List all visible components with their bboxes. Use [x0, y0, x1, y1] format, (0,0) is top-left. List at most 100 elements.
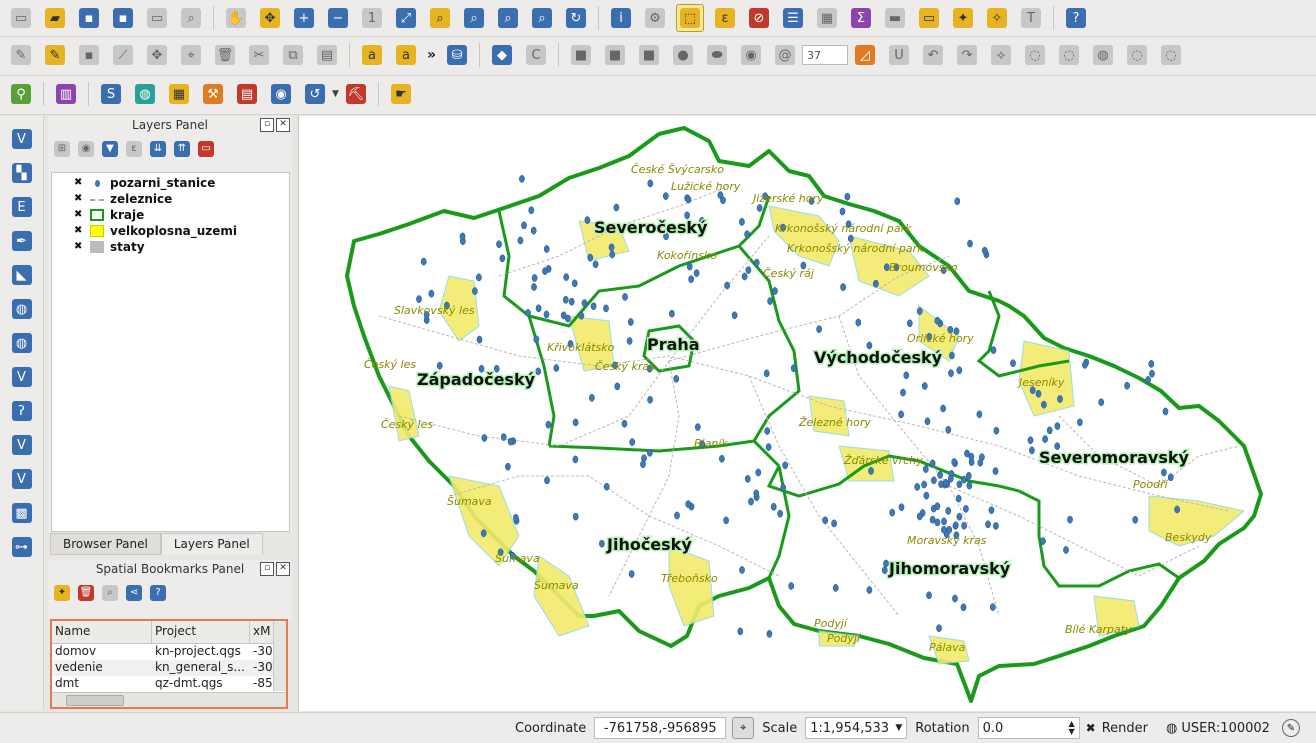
delete-ring-button[interactable]: ◌: [1124, 42, 1150, 68]
scale-combobox[interactable]: 1:1,954,533 ▼: [805, 717, 908, 739]
select-features-button[interactable]: ⬚: [676, 4, 704, 32]
zoom-full-button[interactable]: ⤢: [393, 5, 419, 31]
cut-features-button[interactable]: ✂: [246, 42, 272, 68]
zoom-last-button[interactable]: ⌕: [495, 5, 521, 31]
plugin-hand-button[interactable]: ☛: [388, 81, 414, 107]
dropdown-arrow-icon[interactable]: ▼: [332, 89, 339, 99]
zoom-layer-button[interactable]: ⌕: [461, 5, 487, 31]
label-button[interactable]: a: [359, 42, 385, 68]
layer-checkbox[interactable]: ✖: [74, 194, 84, 204]
share-icon[interactable]: ⋖: [126, 585, 142, 601]
horizontal-scrollbar[interactable]: [52, 692, 286, 707]
delete-selected-button[interactable]: 🗑: [212, 42, 238, 68]
add-mssql-layer-button[interactable]: ◣: [9, 262, 35, 288]
layer-row[interactable]: ✖ kraje: [52, 207, 289, 223]
reload-plugin-button[interactable]: ↺: [302, 81, 328, 107]
copy-features-button[interactable]: ⧉: [280, 42, 306, 68]
add-wms-layer-button[interactable]: ◍: [9, 296, 35, 322]
digitize-rect-button[interactable]: ■: [568, 42, 594, 68]
column-header-name[interactable]: Name: [52, 621, 152, 643]
add-postgis-layer-button[interactable]: E: [9, 194, 35, 220]
trash-icon[interactable]: 🗑: [78, 585, 94, 601]
add-raster-layer-button[interactable]: ▚: [9, 160, 35, 186]
undo-button[interactable]: ↶: [920, 42, 946, 68]
new-project-button[interactable]: ▭: [8, 5, 34, 31]
vertical-scrollbar[interactable]: [273, 621, 286, 691]
zoom-selection-button[interactable]: ⌕: [427, 5, 453, 31]
tab-layers-panel[interactable]: Layers Panel: [160, 533, 263, 555]
table-row[interactable]: vedenie kn_general_s... -30: [52, 660, 286, 676]
deselect-button[interactable]: ⊘: [746, 5, 772, 31]
globe-button[interactable]: ◍: [132, 81, 158, 107]
shovel-plugin-button[interactable]: ⛏: [343, 81, 369, 107]
paste-features-button[interactable]: ▤: [314, 42, 340, 68]
redo-button[interactable]: ↷: [954, 42, 980, 68]
add-part-button[interactable]: ◌: [1056, 42, 1082, 68]
pan-to-selection-button[interactable]: ✥: [257, 5, 283, 31]
db-manager-button[interactable]: ▤: [234, 81, 260, 107]
spiral-button[interactable]: @: [772, 42, 798, 68]
layer-checkbox[interactable]: ✖: [74, 242, 84, 252]
expand-all-icon[interactable]: ⇊: [150, 141, 166, 157]
current-edits-button[interactable]: ✎: [8, 42, 34, 68]
add-xyz-button[interactable]: ⊶: [9, 534, 35, 560]
help-button[interactable]: ?: [1063, 5, 1089, 31]
python-console-button[interactable]: S: [98, 81, 124, 107]
help-icon[interactable]: ?: [150, 585, 166, 601]
close-panel-button[interactable]: ✕: [276, 562, 290, 576]
layer-row[interactable]: ✖ velkoplosna_uzemi: [52, 223, 289, 239]
new-bookmark-button[interactable]: ✦: [950, 5, 976, 31]
filter-expression-icon[interactable]: ε: [126, 141, 142, 157]
layer-row[interactable]: ✖ staty: [52, 239, 289, 255]
fill-ring-button[interactable]: ◍: [1090, 42, 1116, 68]
action-button[interactable]: ⚙: [642, 5, 668, 31]
gps-button[interactable]: ⚲: [8, 81, 34, 107]
map-tips-button[interactable]: ▭: [916, 5, 942, 31]
delete-part-button[interactable]: ◌: [1158, 42, 1184, 68]
scrollbar-thumb[interactable]: [66, 695, 124, 706]
add-vector-layer-button[interactable]: V: [9, 126, 35, 152]
add-geonode-button[interactable]: ▩: [9, 500, 35, 526]
digitize-circle-center-button[interactable]: ◉: [738, 42, 764, 68]
zoom-native-button[interactable]: 1: [359, 5, 385, 31]
digitize-circle-button[interactable]: ●: [670, 42, 696, 68]
add-feature-button[interactable]: ⟋: [110, 42, 136, 68]
raster-calculator-button[interactable]: ▥: [53, 81, 79, 107]
mouse-coordinate-toggle-icon[interactable]: ⌖: [732, 717, 755, 739]
add-wms-button[interactable]: ◆: [489, 42, 515, 68]
geoprocessing-button[interactable]: ⚒: [200, 81, 226, 107]
add-wcs-layer-button[interactable]: ◍: [9, 330, 35, 356]
refresh-button[interactable]: ↻: [563, 5, 589, 31]
layer-checkbox[interactable]: ✖: [74, 226, 84, 236]
save-edits-button[interactable]: ▪: [76, 42, 102, 68]
select-by-expression-button[interactable]: ε: [712, 5, 738, 31]
attribute-table-button[interactable]: ☰: [780, 5, 806, 31]
add-group-icon[interactable]: ⊞: [54, 141, 70, 157]
camera-plugin-button[interactable]: ◉: [268, 81, 294, 107]
zoom-next-button[interactable]: ⌕: [529, 5, 555, 31]
tab-browser-panel[interactable]: Browser Panel: [50, 533, 161, 555]
zoom-to-bookmark-icon[interactable]: ⌕: [102, 585, 118, 601]
digitize-rect-center-button[interactable]: ■: [602, 42, 628, 68]
remove-layer-icon[interactable]: ▭: [198, 141, 214, 157]
move-feature-button[interactable]: ✥: [144, 42, 170, 68]
save-project-button[interactable]: ▪: [76, 5, 102, 31]
column-header-project[interactable]: Project: [152, 621, 250, 643]
render-checkbox[interactable]: ✖: [1086, 721, 1096, 735]
node-tool-button[interactable]: ⌖: [178, 42, 204, 68]
text-annotation-button[interactable]: T: [1018, 5, 1044, 31]
new-print-layout-button[interactable]: ▭: [144, 5, 170, 31]
zoom-in-button[interactable]: +: [291, 5, 317, 31]
float-panel-button[interactable]: ▫: [260, 118, 274, 132]
csw-button[interactable]: C: [523, 42, 549, 68]
map-canvas[interactable]: České Švýcarsko Lužické hory Jizerské hory…: [298, 116, 1316, 711]
add-ring-button[interactable]: ◌: [1022, 42, 1048, 68]
open-project-button[interactable]: ▰: [42, 5, 68, 31]
crs-button[interactable]: USER:100002: [1181, 721, 1270, 736]
table-row[interactable]: domov kn-project.qgs -30: [52, 644, 286, 660]
new-layer-button[interactable]: V: [9, 466, 35, 492]
layer-row[interactable]: ✖ pozarni_stanice: [52, 175, 289, 191]
new-bookmark-icon[interactable]: ✦: [54, 585, 70, 601]
collapse-all-icon[interactable]: ⇈: [174, 141, 190, 157]
float-panel-button[interactable]: ▫: [260, 562, 274, 576]
